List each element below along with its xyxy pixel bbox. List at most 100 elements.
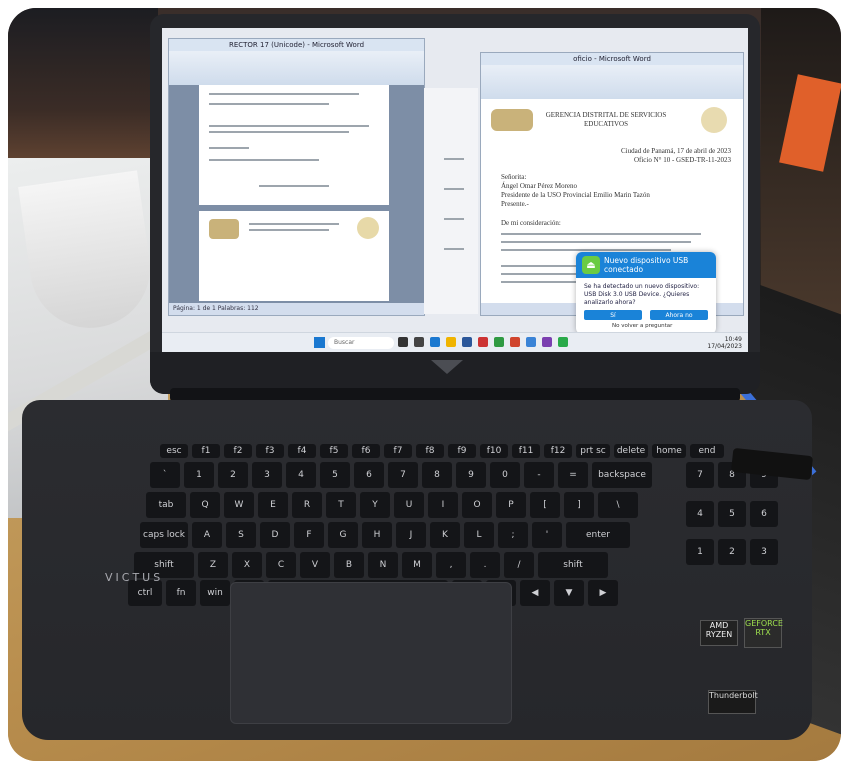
- key[interactable]: esc: [160, 444, 188, 458]
- ribbon[interactable]: [169, 51, 424, 86]
- key[interactable]: win: [200, 580, 230, 606]
- task-view-icon[interactable]: [398, 337, 408, 347]
- key[interactable]: f4: [288, 444, 316, 458]
- key[interactable]: f9: [448, 444, 476, 458]
- key[interactable]: 1: [184, 462, 214, 488]
- key[interactable]: f10: [480, 444, 508, 458]
- key[interactable]: N: [368, 552, 398, 578]
- key[interactable]: ]: [564, 492, 594, 518]
- key[interactable]: f6: [352, 444, 380, 458]
- key[interactable]: D: [260, 522, 290, 548]
- app2-icon[interactable]: [542, 337, 552, 347]
- key[interactable]: .: [470, 552, 500, 578]
- key[interactable]: L: [464, 522, 494, 548]
- arrow-down-key[interactable]: ▼: [554, 580, 584, 606]
- not-now-button[interactable]: Ahora no: [650, 310, 708, 320]
- ribbon[interactable]: [481, 65, 743, 100]
- key[interactable]: 7: [388, 462, 418, 488]
- key[interactable]: home: [652, 444, 686, 458]
- key[interactable]: \: [598, 492, 638, 518]
- key[interactable]: f1: [192, 444, 220, 458]
- key[interactable]: 8: [422, 462, 452, 488]
- key[interactable]: shift: [538, 552, 608, 578]
- key[interactable]: U: [394, 492, 424, 518]
- dont-ask-checkbox[interactable]: No volver a preguntar: [612, 323, 672, 329]
- key[interactable]: f11: [512, 444, 540, 458]
- key[interactable]: H: [362, 522, 392, 548]
- key[interactable]: end: [690, 444, 724, 458]
- store-icon[interactable]: [526, 337, 536, 347]
- key[interactable]: f5: [320, 444, 348, 458]
- key[interactable]: C: [266, 552, 296, 578]
- key[interactable]: Q: [190, 492, 220, 518]
- numpad-key[interactable]: 2: [718, 539, 746, 566]
- key[interactable]: F: [294, 522, 324, 548]
- key[interactable]: 0: [490, 462, 520, 488]
- key[interactable]: f7: [384, 444, 412, 458]
- key[interactable]: E: [258, 492, 288, 518]
- clock[interactable]: 10:49 17/04/2023: [707, 336, 742, 350]
- yes-button[interactable]: Sí: [584, 310, 642, 320]
- numpad-key[interactable]: 4: [686, 500, 714, 527]
- key[interactable]: X: [232, 552, 262, 578]
- key[interactable]: caps lock: [140, 522, 188, 548]
- key[interactable]: 6: [354, 462, 384, 488]
- numpad-key[interactable]: 7: [686, 462, 714, 488]
- key[interactable]: 3: [252, 462, 282, 488]
- key[interactable]: fn: [166, 580, 196, 606]
- key[interactable]: 2: [218, 462, 248, 488]
- key[interactable]: prt sc: [576, 444, 610, 458]
- usb-notification[interactable]: ⏏ Nuevo dispositivo USB conectado Se ha …: [576, 252, 716, 334]
- start-icon[interactable]: [314, 337, 325, 348]
- edge-icon[interactable]: [430, 337, 440, 347]
- key[interactable]: G: [328, 522, 358, 548]
- key[interactable]: 9: [456, 462, 486, 488]
- numpad-key[interactable]: 6: [750, 500, 778, 527]
- numpad-key[interactable]: 1: [686, 539, 714, 566]
- key[interactable]: T: [326, 492, 356, 518]
- key[interactable]: J: [396, 522, 426, 548]
- app3-icon[interactable]: [558, 337, 568, 347]
- key[interactable]: ,: [436, 552, 466, 578]
- key[interactable]: [: [530, 492, 560, 518]
- key[interactable]: P: [496, 492, 526, 518]
- key[interactable]: `: [150, 462, 180, 488]
- numpad-key[interactable]: 3: [750, 539, 778, 566]
- pdf-icon[interactable]: [510, 337, 520, 347]
- key[interactable]: f8: [416, 444, 444, 458]
- key[interactable]: Y: [360, 492, 390, 518]
- key[interactable]: f12: [544, 444, 572, 458]
- key[interactable]: ;: [498, 522, 528, 548]
- key[interactable]: f3: [256, 444, 284, 458]
- key[interactable]: W: [224, 492, 254, 518]
- key[interactable]: O: [462, 492, 492, 518]
- arrow-right-key[interactable]: ▶: [588, 580, 618, 606]
- excel-icon[interactable]: [494, 337, 504, 347]
- key[interactable]: V: [300, 552, 330, 578]
- key[interactable]: ': [532, 522, 562, 548]
- key[interactable]: /: [504, 552, 534, 578]
- key[interactable]: R: [292, 492, 322, 518]
- key[interactable]: S: [226, 522, 256, 548]
- key[interactable]: 4: [286, 462, 316, 488]
- numpad-key[interactable]: 5: [718, 500, 746, 527]
- key[interactable]: tab: [146, 492, 186, 518]
- key[interactable]: f2: [224, 444, 252, 458]
- chrome-icon[interactable]: [478, 337, 488, 347]
- arrow-left-key[interactable]: ◀: [520, 580, 550, 606]
- key[interactable]: -: [524, 462, 554, 488]
- touchpad[interactable]: [230, 582, 512, 724]
- app-icon[interactable]: [414, 337, 424, 347]
- key[interactable]: =: [558, 462, 588, 488]
- folder-icon[interactable]: [446, 337, 456, 347]
- key[interactable]: backspace: [592, 462, 652, 488]
- key[interactable]: delete: [614, 444, 648, 458]
- search-box[interactable]: Buscar: [328, 337, 394, 349]
- key[interactable]: I: [428, 492, 458, 518]
- key[interactable]: 5: [320, 462, 350, 488]
- key[interactable]: K: [430, 522, 460, 548]
- key[interactable]: B: [334, 552, 364, 578]
- key[interactable]: enter: [566, 522, 630, 548]
- key[interactable]: M: [402, 552, 432, 578]
- key[interactable]: Z: [198, 552, 228, 578]
